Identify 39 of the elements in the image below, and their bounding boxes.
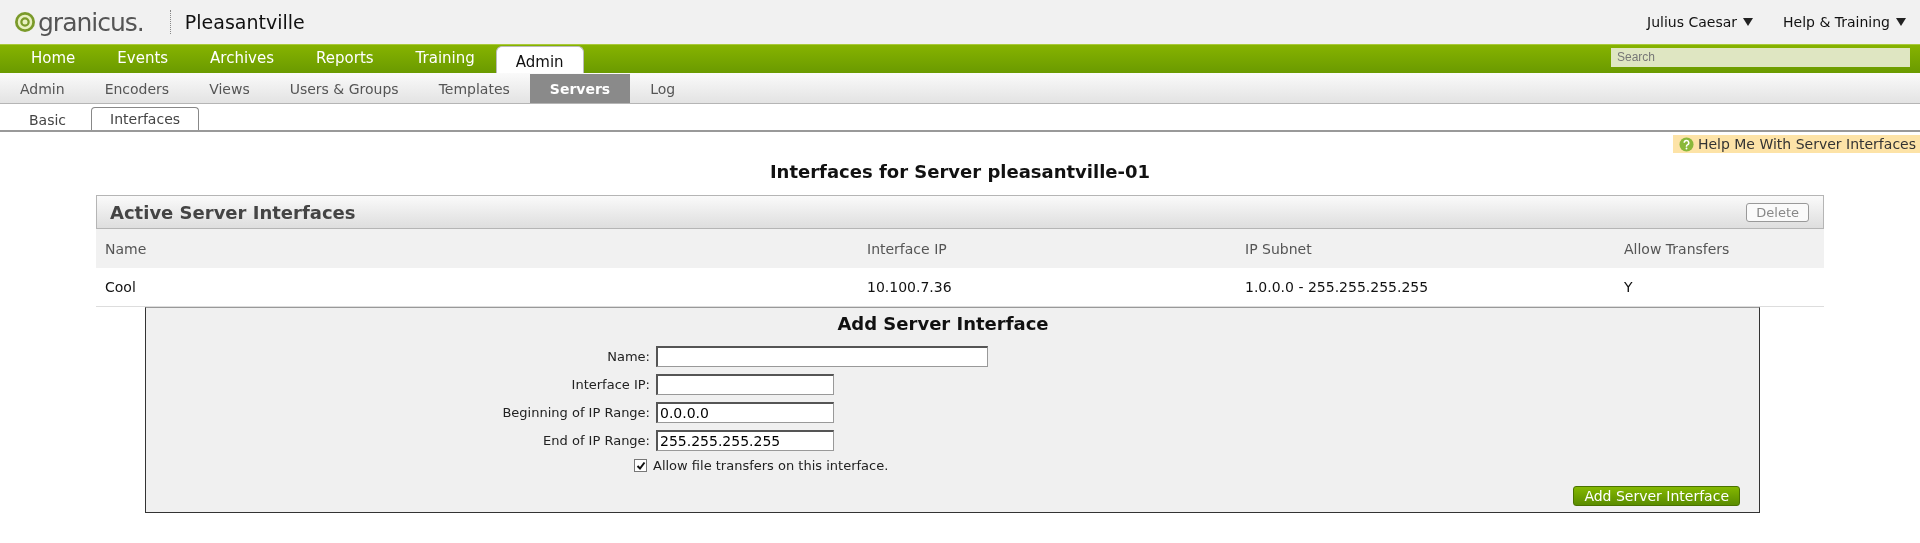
page-title: Interfaces for Server pleasantville-01 (768, 161, 1152, 182)
subnav-tab[interactable]: Encoders (84, 74, 190, 103)
site-name: Pleasantville (184, 11, 305, 33)
input-field[interactable] (656, 346, 988, 367)
tab[interactable]: Basic (10, 108, 86, 130)
logo-mark-icon (14, 11, 36, 33)
subnav-tab[interactable]: Users & Groups (269, 74, 419, 103)
input-field[interactable] (656, 374, 834, 395)
subnav-tab[interactable]: Servers (529, 74, 631, 103)
subnav-tab[interactable]: Views (189, 74, 270, 103)
form-title: Add Server Interface (837, 313, 1049, 334)
field-label: Interface IP: (570, 377, 650, 392)
help-link-text[interactable]: Help Me With Server Interfaces (1697, 136, 1916, 152)
field-label: Name: (606, 349, 650, 364)
caret-icon (1743, 18, 1753, 26)
nav-tab[interactable]: Admin (495, 46, 584, 73)
checkbox-label: Allow file transfers on this interface. (653, 458, 889, 473)
input-field[interactable]: 255.255.255.255 (656, 430, 834, 451)
checkbox[interactable] (634, 459, 647, 472)
column-header: Allow Transfers (1615, 229, 1824, 268)
caret-icon (1896, 18, 1906, 26)
logo: granicus. (14, 7, 144, 37)
field-label: End of IP Range: (542, 433, 650, 448)
user-menu[interactable]: Julius Caesar (1647, 14, 1753, 30)
subnav-tab[interactable]: Admin (0, 74, 85, 103)
help-icon (1678, 136, 1694, 152)
search-field[interactable]: Search (1611, 47, 1910, 67)
panel-title: Active Server Interfaces (110, 201, 356, 223)
help-menu[interactable]: Help & Training (1783, 14, 1906, 30)
tab[interactable]: Interfaces (91, 107, 200, 130)
subnav-tab[interactable]: Log (630, 74, 696, 103)
input-field[interactable]: 0.0.0.0 (656, 402, 834, 423)
subnav-tab[interactable]: Templates (418, 74, 530, 103)
field-label: Beginning of IP Range: (501, 405, 650, 420)
column-header: Name (96, 229, 858, 268)
column-header: IP Subnet (1236, 229, 1615, 268)
delete-button[interactable]: Delete (1746, 202, 1809, 222)
help-link[interactable]: Help Me With Server Interfaces (1672, 135, 1920, 153)
column-header: Interface IP (858, 229, 1236, 268)
